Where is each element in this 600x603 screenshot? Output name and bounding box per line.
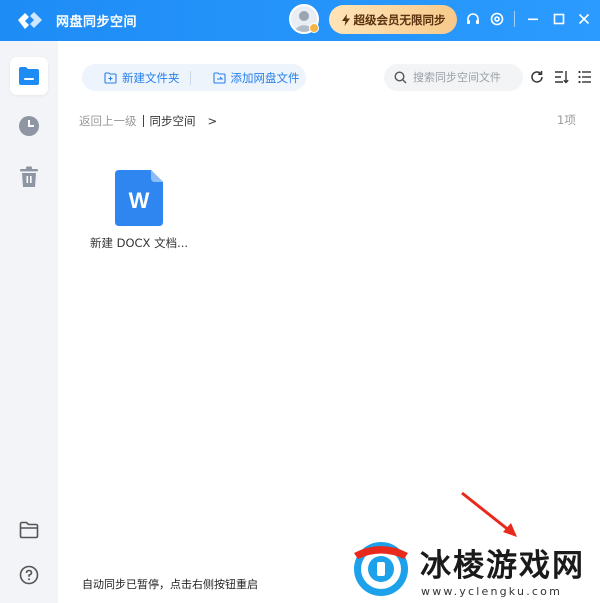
add-folder-icon <box>104 71 117 84</box>
file-name: 新建 DOCX 文档... <box>89 236 189 250</box>
sidebar-open-folder[interactable] <box>10 511 48 549</box>
sync-status-text: 自动同步已暂停，点击右侧按钮重启 <box>82 578 258 591</box>
clock-icon <box>19 116 39 136</box>
sidebar-item-sync-space[interactable] <box>10 57 48 95</box>
breadcrumb: 返回上一级 同步空间 > <box>79 113 217 129</box>
close-icon[interactable] <box>575 10 593 28</box>
sidebar-help[interactable] <box>10 556 48 594</box>
add-netdisk-file-button[interactable]: 添加网盘文件 <box>191 64 300 91</box>
sidebar <box>0 41 58 603</box>
sort-icon[interactable] <box>553 69 569 85</box>
list-view-icon[interactable] <box>577 69 593 85</box>
add-netdisk-file-label: 添加网盘文件 <box>230 70 300 85</box>
minimize-icon[interactable] <box>524 10 542 28</box>
file-item[interactable]: W 新建 DOCX 文档... <box>84 163 194 258</box>
watermark-url: www.yclengku.com <box>421 585 563 598</box>
new-folder-button[interactable]: 新建文件夹 <box>82 64 180 91</box>
watermark-logo-icon <box>354 542 408 596</box>
breadcrumb-arrow: > <box>207 114 218 128</box>
watermark-title: 冰棱游戏网 <box>420 548 585 584</box>
maximize-icon[interactable] <box>550 10 568 28</box>
folder-outline-icon <box>19 521 39 539</box>
headset-icon[interactable] <box>464 10 482 28</box>
title-bar: 网盘同步空间 超级会员无限同步 <box>0 0 600 41</box>
search-box[interactable] <box>384 64 523 91</box>
item-count: 1项 <box>557 113 576 127</box>
search-input[interactable] <box>413 71 518 84</box>
folder-icon <box>19 67 39 85</box>
trash-icon <box>20 166 38 187</box>
vip-upgrade-label: 超级会员无限同步 <box>353 12 446 27</box>
new-folder-label: 新建文件夹 <box>122 70 180 85</box>
vip-upgrade-button[interactable]: 超级会员无限同步 <box>329 5 457 34</box>
breadcrumb-back-link[interactable]: 返回上一级 <box>79 113 137 129</box>
help-icon <box>19 565 39 585</box>
search-icon <box>394 71 407 84</box>
sidebar-item-trash[interactable] <box>10 158 48 196</box>
titlebar-divider <box>514 11 515 27</box>
vip-badge-icon <box>309 23 319 33</box>
breadcrumb-divider <box>142 115 144 127</box>
breadcrumb-current[interactable]: 同步空间 <box>150 113 196 129</box>
action-toolbar: 新建文件夹 添加网盘文件 <box>82 64 306 91</box>
settings-icon[interactable] <box>488 10 506 28</box>
file-icon-letter: W <box>129 188 150 213</box>
word-document-icon: W <box>115 170 163 226</box>
app-title: 网盘同步空间 <box>56 15 138 30</box>
app-logo-icon <box>18 12 42 29</box>
add-file-icon <box>212 71 226 84</box>
lightning-icon <box>341 13 350 26</box>
refresh-icon[interactable] <box>529 69 545 85</box>
sidebar-item-recent[interactable] <box>10 107 48 145</box>
